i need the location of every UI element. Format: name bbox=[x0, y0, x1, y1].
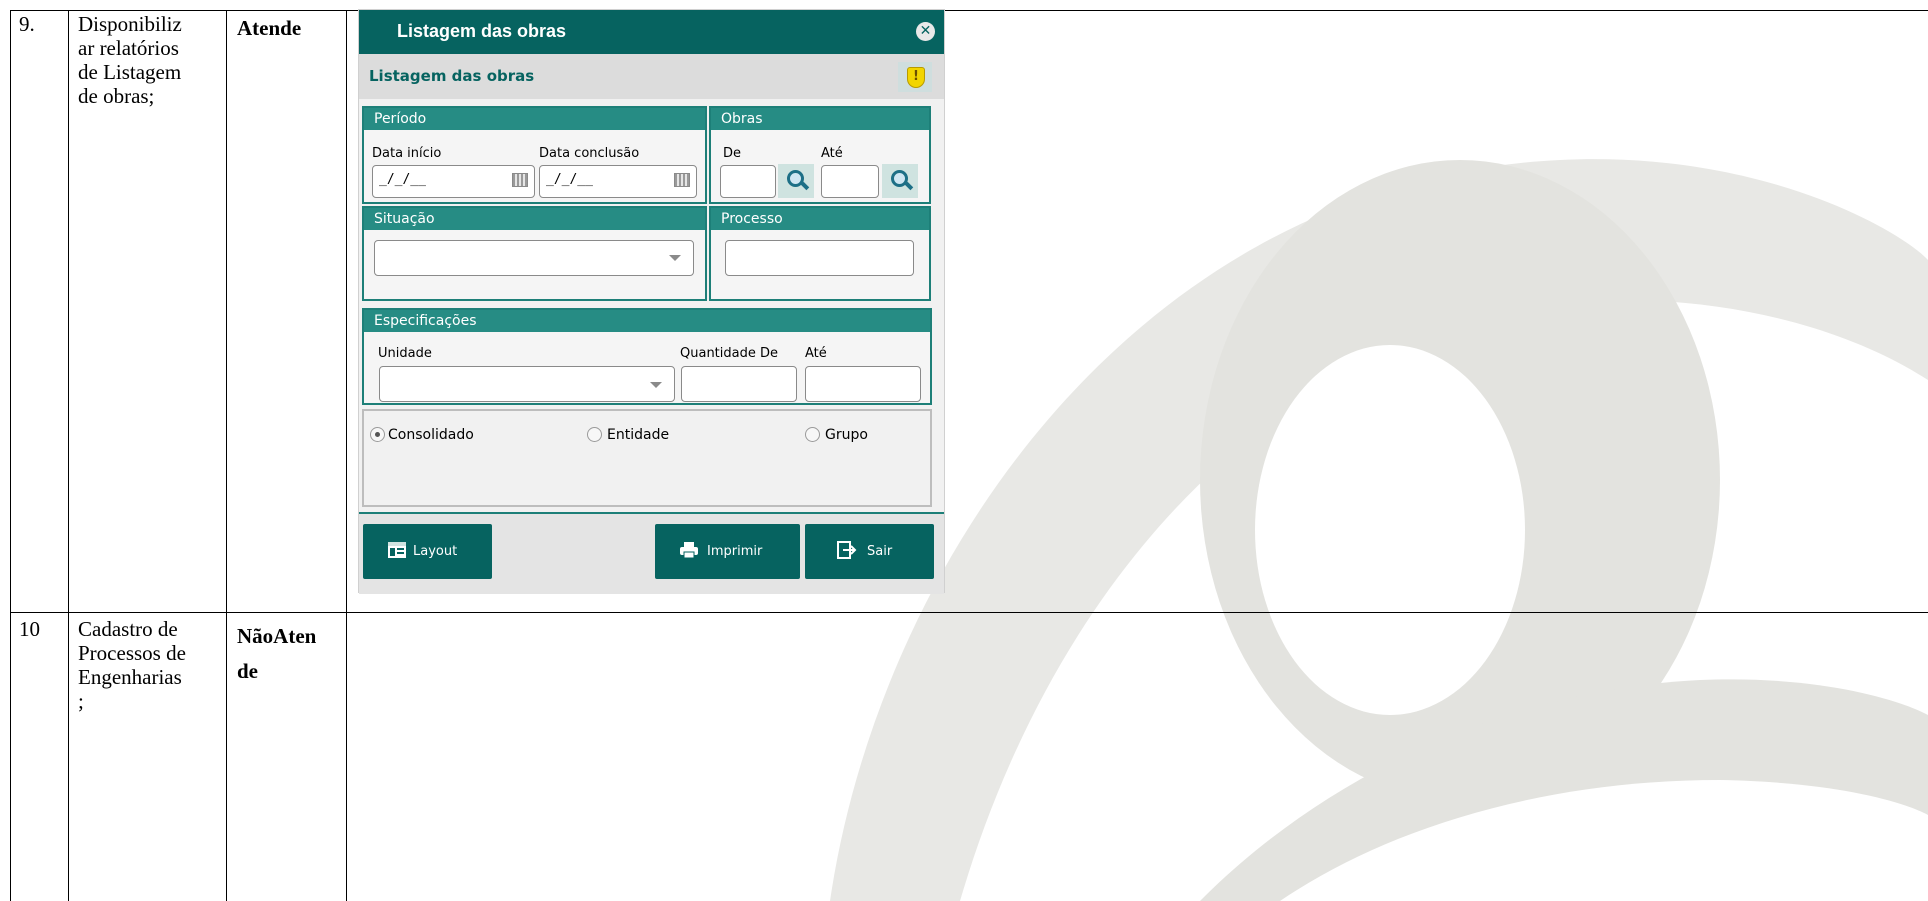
imprimir-button[interactable]: Imprimir bbox=[655, 524, 800, 579]
table-divider-3 bbox=[346, 10, 347, 901]
table-divider-1 bbox=[68, 10, 69, 901]
data-conclusao-label: Data conclusão bbox=[539, 146, 640, 161]
data-conclusao-value: _/_/__ bbox=[546, 172, 593, 187]
dialog-title-bar: Listagem das obras ✕ bbox=[359, 10, 944, 54]
imprimir-button-label: Imprimir bbox=[707, 544, 763, 559]
row-description-line: de obras; bbox=[78, 84, 155, 108]
especificacoes-group: Especificações Unidade Quantidade De Até bbox=[362, 308, 932, 405]
obras-de-search-button[interactable] bbox=[778, 164, 814, 198]
calendar-icon[interactable] bbox=[512, 173, 528, 187]
especificacoes-title: Especificações bbox=[364, 310, 930, 332]
radio-selected-dot bbox=[375, 432, 380, 437]
row-description-line: de Listagem bbox=[78, 60, 182, 84]
obras-ate-label: Até bbox=[821, 146, 843, 161]
data-conclusao-field[interactable]: _/_/__ bbox=[539, 165, 697, 198]
chevron-down-icon bbox=[650, 382, 662, 388]
table-border-middle bbox=[10, 612, 1928, 613]
periodo-title: Período bbox=[364, 108, 705, 130]
warning-button[interactable]: ! bbox=[898, 62, 932, 92]
close-icon[interactable]: ✕ bbox=[916, 22, 935, 41]
layout-button[interactable]: Layout bbox=[363, 524, 492, 579]
dialog-title: Listagem das obras bbox=[397, 21, 567, 41]
sair-button-label: Sair bbox=[867, 544, 893, 559]
dialog-subtitle-bar: Listagem das obras ! bbox=[359, 54, 944, 99]
exit-icon bbox=[837, 541, 857, 559]
quantidade-ate-input[interactable] bbox=[805, 366, 921, 402]
shield-warning-icon: ! bbox=[907, 67, 925, 88]
row-status: Atende bbox=[237, 16, 302, 40]
quantidade-ate-label: Até bbox=[805, 346, 827, 361]
row-description-line: Disponibiliz bbox=[78, 12, 182, 36]
obras-group: Obras De Até bbox=[709, 106, 931, 204]
unidade-select[interactable] bbox=[379, 366, 675, 402]
data-inicio-value: _/_/__ bbox=[379, 172, 426, 187]
obras-ate-search-button[interactable] bbox=[882, 164, 918, 198]
layout-icon bbox=[388, 542, 406, 558]
obras-title: Obras bbox=[711, 108, 929, 130]
sair-button[interactable]: Sair bbox=[805, 524, 934, 579]
periodo-group: Período Data início Data conclusão _/_/_… bbox=[362, 106, 707, 204]
situacao-title: Situação bbox=[364, 208, 705, 230]
radio-grupo-label[interactable]: Grupo bbox=[825, 427, 868, 443]
processo-title: Processo bbox=[711, 208, 929, 230]
row-status-line: de bbox=[237, 659, 258, 683]
dialog-footer: Layout Imprimir Sair bbox=[359, 512, 944, 594]
row-description-line: Processos de bbox=[78, 641, 186, 665]
calendar-icon[interactable] bbox=[674, 173, 690, 187]
row-description-line: ar relatórios bbox=[78, 36, 179, 60]
radio-grupo[interactable] bbox=[805, 427, 820, 442]
tipo-radio-group: Consolidado Entidade Grupo bbox=[362, 409, 932, 507]
data-inicio-label: Data início bbox=[372, 146, 442, 161]
row-description-line: Engenharias bbox=[78, 665, 182, 689]
layout-button-label: Layout bbox=[413, 544, 458, 559]
data-inicio-field[interactable]: _/_/__ bbox=[372, 165, 535, 198]
quantidade-de-label: Quantidade De bbox=[680, 346, 778, 361]
table-border-left bbox=[10, 10, 11, 901]
unidade-label: Unidade bbox=[378, 346, 432, 361]
obras-ate-input[interactable] bbox=[821, 165, 879, 198]
quantidade-de-input[interactable] bbox=[681, 366, 797, 402]
row-number: 9. bbox=[19, 12, 35, 36]
radio-consolidado-label[interactable]: Consolidado bbox=[388, 427, 474, 443]
listagem-obras-dialog: Listagem das obras ✕ Listagem das obras … bbox=[359, 10, 944, 594]
obras-de-label: De bbox=[723, 146, 742, 161]
watermark-logo bbox=[830, 159, 1928, 901]
row-description-line: Cadastro de bbox=[78, 617, 178, 641]
row-number: 10 bbox=[19, 617, 40, 641]
obras-de-input[interactable] bbox=[720, 165, 776, 198]
printer-icon bbox=[680, 542, 698, 559]
table-divider-2 bbox=[226, 10, 227, 901]
situacao-group: Situação bbox=[362, 206, 707, 301]
processo-input[interactable] bbox=[725, 240, 914, 276]
radio-entidade[interactable] bbox=[587, 427, 602, 442]
chevron-down-icon bbox=[669, 255, 681, 261]
radio-entidade-label[interactable]: Entidade bbox=[607, 427, 669, 443]
dialog-subtitle: Listagem das obras bbox=[369, 67, 535, 85]
table-border-top bbox=[10, 10, 1928, 11]
row-description-line: ; bbox=[78, 689, 84, 713]
processo-group: Processo bbox=[709, 206, 931, 301]
situacao-select[interactable] bbox=[374, 240, 694, 276]
row-status-line: NãoAten bbox=[237, 624, 317, 648]
radio-consolidado[interactable] bbox=[370, 427, 385, 442]
